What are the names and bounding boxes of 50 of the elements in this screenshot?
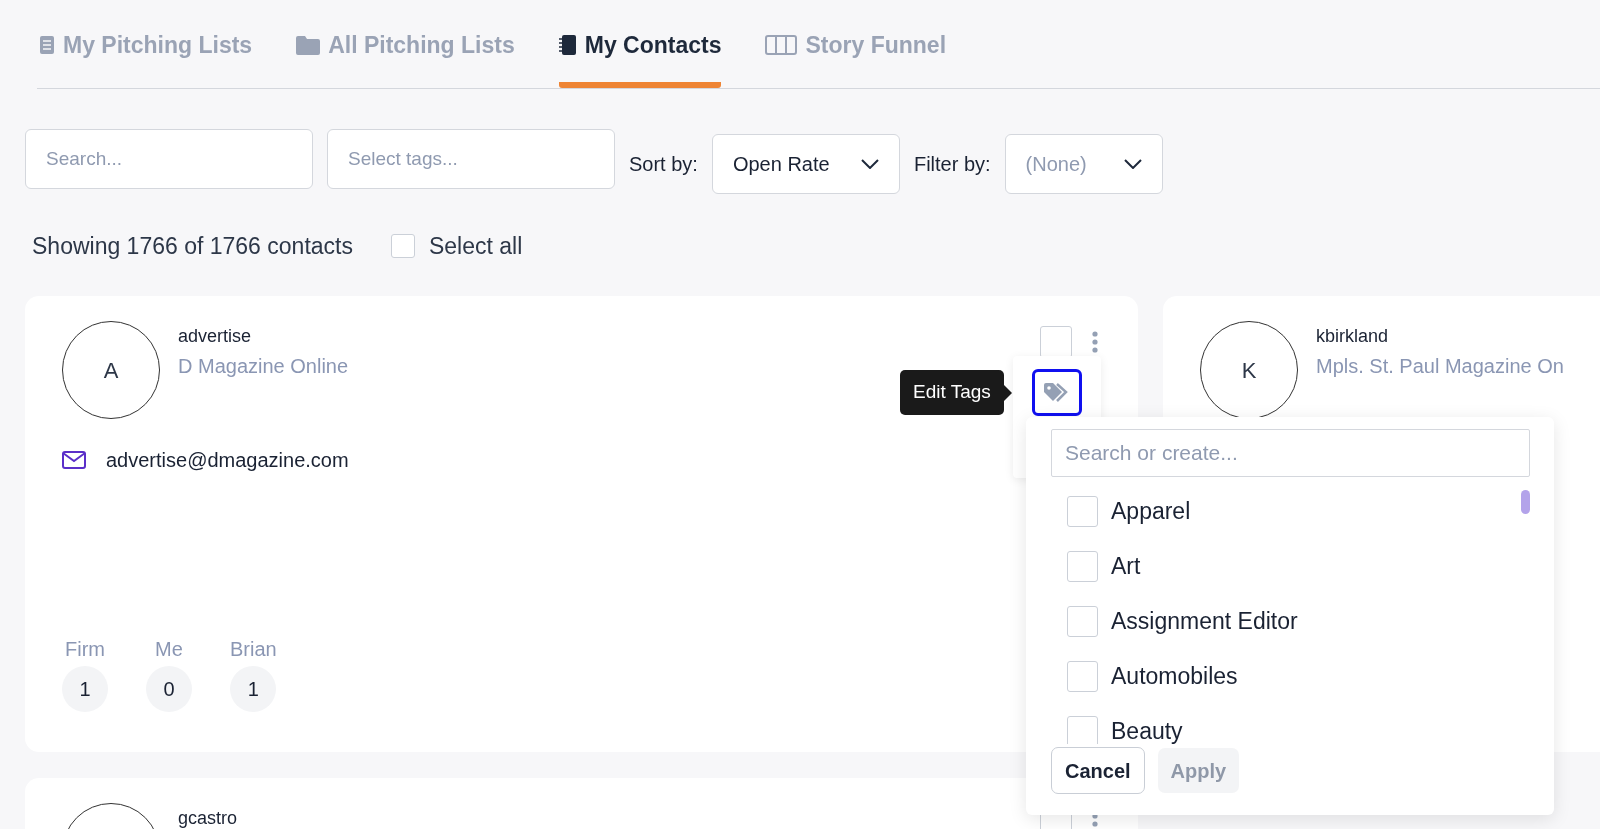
tab[interactable]: My Contacts [558,26,722,88]
checkbox[interactable] [1067,551,1098,582]
stat-label: Brian [230,637,277,662]
chevron-down-icon [860,159,879,169]
search-field[interactable]: Search... [25,129,313,189]
checkbox[interactable] [1040,326,1072,358]
contacts-count: Showing 1766 of 1766 contacts [32,231,353,261]
avatar-initial: A [103,356,119,385]
tag-option-label[interactable]: Assignment Editor [1111,604,1298,639]
stat-label: Me [155,637,183,662]
select-all-label: Select all [428,231,523,261]
tag-option-label[interactable]: Apparel [1111,494,1191,529]
contact-username: gcastro [178,807,238,829]
tag-search-field[interactable]: Search or create... [1051,429,1530,477]
contact-username: kbirkland [1316,325,1390,347]
tag-option-label[interactable]: Beauty [1111,714,1183,744]
tag-option-label[interactable]: Automobiles [1111,659,1238,694]
stat-label: Firm [65,637,105,662]
stat-count: 1 [230,666,277,712]
document-icon [39,36,55,54]
checkbox[interactable] [1067,496,1098,527]
tag-icon [1044,382,1070,403]
more-icon[interactable] [1092,331,1098,353]
tag-option-label[interactable]: Art [1111,549,1141,584]
checkbox[interactable] [1067,606,1098,637]
more-icon[interactable] [1092,813,1098,829]
mail-icon [62,451,86,469]
checkbox[interactable] [1067,716,1098,744]
filter-label: Filter by: [913,152,991,177]
notebook-icon [558,35,577,55]
cancel-button[interactable]: Cancel [1051,747,1145,794]
folder-icon [296,35,321,55]
tooltip-arrow [1003,384,1012,401]
sort-label: Sort by: [629,152,698,177]
scrollbar-thumb[interactable] [1521,490,1530,514]
stat-count: 1 [62,666,108,712]
chevron-down-icon [1123,159,1142,169]
sort-select[interactable]: Open Rate [711,134,900,194]
contact-username: advertise [178,325,253,347]
checkbox[interactable] [390,234,415,258]
contact-company: D Magazine Online [178,354,349,379]
avatar-initial: K [1241,356,1257,385]
contact-company: Mpls. St. Paul Magazine On [1316,354,1564,379]
tag-button[interactable] [1032,369,1082,416]
contact-email: advertise@dmagazine.com [106,448,349,473]
checkbox[interactable] [1067,661,1098,692]
columns-icon [765,35,798,55]
tooltip: Edit Tags [900,370,1004,415]
tags-field[interactable]: Select tags... [327,129,615,189]
stat-count: 0 [146,666,192,712]
